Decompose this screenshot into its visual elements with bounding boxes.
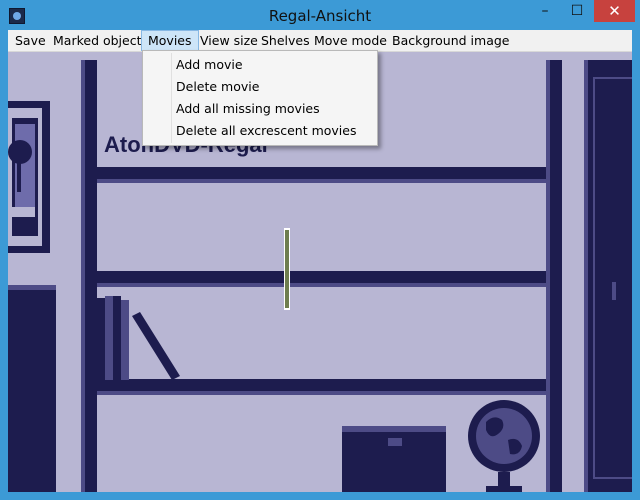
menu-item-delete-excrescent-movies[interactable]: Delete all excrescent movies (176, 123, 356, 138)
maximize-button[interactable]: ☐ (561, 0, 593, 22)
menu-view-size[interactable]: View size (194, 30, 264, 51)
menu-movies[interactable]: Movies (141, 30, 199, 51)
selected-dvd[interactable] (284, 228, 290, 310)
menu-marked-objects[interactable]: Marked objects (47, 30, 154, 51)
menu-shelves[interactable]: Shelves (255, 30, 316, 51)
storage-box (342, 426, 446, 492)
title-bar[interactable]: Regal-Ansicht – ☐ ✕ (0, 0, 640, 30)
movies-dropdown-menu: Add movie Delete movie Add all missing m… (142, 50, 378, 146)
menu-item-add-missing-movies[interactable]: Add all missing movies (176, 101, 320, 116)
menu-item-add-movie[interactable]: Add movie (176, 57, 243, 72)
minimize-button[interactable]: – (529, 0, 561, 22)
wall-picture (8, 101, 50, 253)
menu-gutter-divider (171, 53, 172, 143)
menu-bar: Save Marked objects Movies View size She… (8, 30, 632, 52)
left-cabinet (8, 285, 56, 492)
menu-move-mode[interactable]: Move mode (308, 30, 393, 51)
menu-save[interactable]: Save (9, 30, 52, 51)
menu-item-delete-movie[interactable]: Delete movie (176, 79, 259, 94)
close-button[interactable]: ✕ (594, 0, 635, 22)
app-window: Regal-Ansicht – ☐ ✕ Save Marked objects … (0, 0, 640, 500)
globe (468, 400, 540, 492)
books (97, 296, 180, 380)
menu-background-image[interactable]: Background image (386, 30, 515, 51)
window-bottom-border (0, 492, 640, 500)
door (584, 60, 632, 492)
